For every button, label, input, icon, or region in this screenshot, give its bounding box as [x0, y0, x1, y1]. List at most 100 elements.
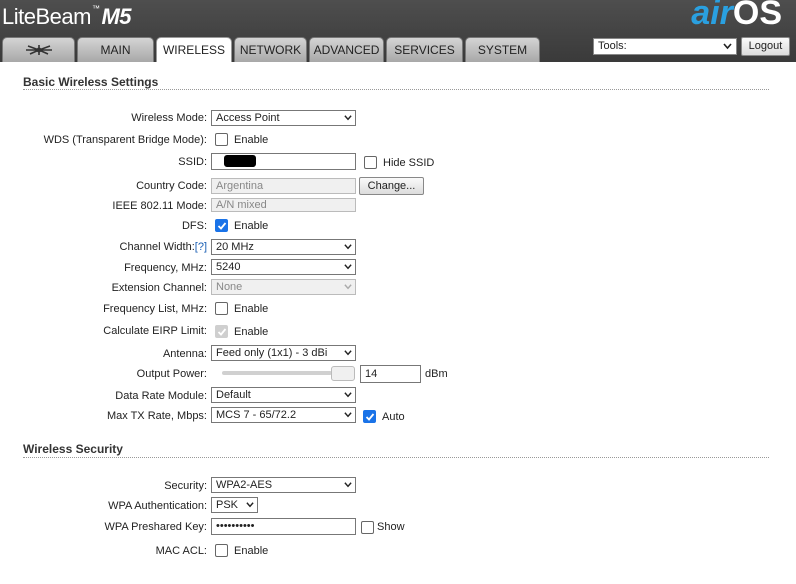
- section-divider: [23, 89, 769, 90]
- channel-width-label-text: Channel Width:: [119, 241, 195, 253]
- airos-logo-air: air: [691, 0, 733, 32]
- channel-width-label: Channel Width:[?]: [120, 241, 207, 253]
- logout-button[interactable]: Logout: [741, 37, 790, 56]
- wpa-auth-select[interactable]: PSK: [211, 497, 258, 513]
- wireless-mode-label: Wireless Mode:: [131, 112, 207, 124]
- security-select[interactable]: WPA2-AES: [211, 477, 356, 493]
- chevron-down-icon: [344, 482, 352, 488]
- wireless-mode-value: Access Point: [216, 112, 280, 124]
- frequency-select[interactable]: 5240: [211, 259, 356, 275]
- tab-wireless[interactable]: WIRELESS: [156, 37, 232, 63]
- chevron-down-icon: [344, 392, 352, 398]
- wds-label: WDS (Transparent Bridge Mode):: [43, 134, 207, 146]
- ssid-redaction: [224, 155, 256, 167]
- header-bar: LiteBeam™M5 airOS MAIN WIRELESS NETWORK …: [0, 0, 796, 63]
- brand-model: M5: [101, 4, 132, 29]
- frequency-list-checkbox[interactable]: [215, 302, 228, 315]
- wpa-key-input[interactable]: ••••••••••: [211, 518, 356, 535]
- dfs-enable-label: Enable: [234, 220, 269, 232]
- tab-services[interactable]: SERVICES: [386, 37, 463, 62]
- ssid-input[interactable]: [211, 153, 356, 170]
- channel-width-select[interactable]: 20 MHz: [211, 239, 356, 255]
- data-rate-module-select[interactable]: Default: [211, 387, 356, 403]
- ssid-label: SSID:: [178, 156, 207, 168]
- tab-network[interactable]: NETWORK: [234, 37, 307, 62]
- output-power-unit: dBm: [425, 368, 448, 380]
- wpa-auth-value: PSK: [216, 499, 239, 511]
- chevron-down-icon: [344, 264, 352, 270]
- frequency-list-label: Frequency List, MHz:: [103, 303, 207, 315]
- max-tx-rate-value: MCS 7 - 65/72.2: [216, 409, 297, 421]
- output-power-slider-thumb[interactable]: [331, 366, 355, 381]
- data-rate-module-label: Data Rate Module:: [115, 390, 207, 402]
- security-value: WPA2-AES: [216, 479, 273, 491]
- extension-channel-value: None: [216, 281, 243, 293]
- check-icon: [217, 328, 227, 336]
- wds-enable-label: Enable: [234, 134, 269, 146]
- tab-advanced[interactable]: ADVANCED: [309, 37, 384, 62]
- ieee-mode-field: A/N mixed: [211, 198, 356, 212]
- data-rate-module-value: Default: [216, 389, 251, 401]
- brand-tm: ™: [91, 4, 100, 13]
- extension-channel-select: None: [211, 279, 356, 295]
- country-code-field: Argentina: [211, 178, 356, 194]
- channel-width-help-link[interactable]: [?]: [195, 241, 207, 253]
- frequency-value: 5240: [216, 261, 241, 273]
- mac-acl-label: MAC ACL:: [155, 545, 207, 557]
- tools-select[interactable]: Tools:: [593, 38, 737, 55]
- extension-channel-label: Extension Channel:: [111, 282, 207, 294]
- security-label: Security:: [164, 480, 207, 492]
- antenna-select[interactable]: Feed only (1x1) - 3 dBi: [211, 345, 356, 361]
- brand-name: LiteBeam: [2, 4, 91, 29]
- channel-width-value: 20 MHz: [216, 241, 254, 253]
- airos-logo: airOS: [691, 0, 782, 33]
- frequency-list-enable-label: Enable: [234, 303, 269, 315]
- wpa-key-show-label: Show: [377, 521, 405, 533]
- hide-ssid-label: Hide SSID: [383, 157, 435, 169]
- country-code-label: Country Code:: [136, 180, 207, 192]
- chevron-down-icon: [723, 43, 732, 50]
- mac-acl-checkbox[interactable]: [215, 544, 228, 557]
- chevron-down-icon: [344, 350, 352, 356]
- check-icon: [217, 222, 227, 230]
- wpa-key-show-checkbox[interactable]: [361, 521, 374, 534]
- chevron-down-icon: [344, 412, 352, 418]
- change-country-button[interactable]: Change...: [359, 177, 424, 195]
- wds-checkbox[interactable]: [215, 133, 228, 146]
- eirp-enable-label: Enable: [234, 326, 269, 338]
- section-divider: [23, 457, 769, 458]
- brand-logo: LiteBeam™M5: [2, 4, 132, 30]
- hide-ssid-checkbox[interactable]: [364, 156, 377, 169]
- check-icon: [365, 413, 375, 421]
- tab-main[interactable]: MAIN: [77, 37, 154, 62]
- eirp-label: Calculate EIRP Limit:: [103, 325, 207, 337]
- airos-logo-os: OS: [732, 0, 782, 32]
- output-power-slider-track[interactable]: [222, 371, 332, 375]
- eirp-checkbox: [215, 325, 228, 338]
- max-tx-rate-label: Max TX Rate, Mbps:: [106, 410, 207, 422]
- frequency-label: Frequency, MHz:: [124, 262, 207, 274]
- ubiquiti-logo-icon: [25, 45, 52, 55]
- tab-ubiquiti[interactable]: [2, 37, 75, 62]
- max-tx-auto-checkbox[interactable]: [363, 410, 376, 423]
- antenna-value: Feed only (1x1) - 3 dBi: [216, 347, 328, 359]
- wireless-mode-select[interactable]: Access Point: [211, 110, 356, 126]
- tab-system[interactable]: SYSTEM: [465, 37, 540, 62]
- chevron-down-icon: [246, 502, 254, 508]
- section-title-security: Wireless Security: [23, 442, 123, 456]
- output-power-label: Output Power:: [136, 368, 207, 380]
- output-power-input[interactable]: 14: [360, 365, 421, 383]
- chevron-down-icon: [344, 244, 352, 250]
- ieee-mode-label: IEEE 802.11 Mode:: [112, 200, 207, 212]
- wpa-auth-label: WPA Authentication:: [108, 500, 207, 512]
- dfs-checkbox[interactable]: [215, 219, 228, 232]
- chevron-down-icon: [344, 284, 352, 290]
- section-title-basic: Basic Wireless Settings: [23, 75, 159, 89]
- wpa-key-label: WPA Preshared Key:: [104, 521, 207, 533]
- chevron-down-icon: [344, 115, 352, 121]
- tools-select-value: Tools:: [598, 40, 627, 52]
- dfs-label: DFS:: [181, 220, 207, 232]
- antenna-label: Antenna:: [162, 348, 207, 360]
- max-tx-rate-select[interactable]: MCS 7 - 65/72.2: [211, 407, 356, 423]
- mac-acl-enable-label: Enable: [234, 545, 269, 557]
